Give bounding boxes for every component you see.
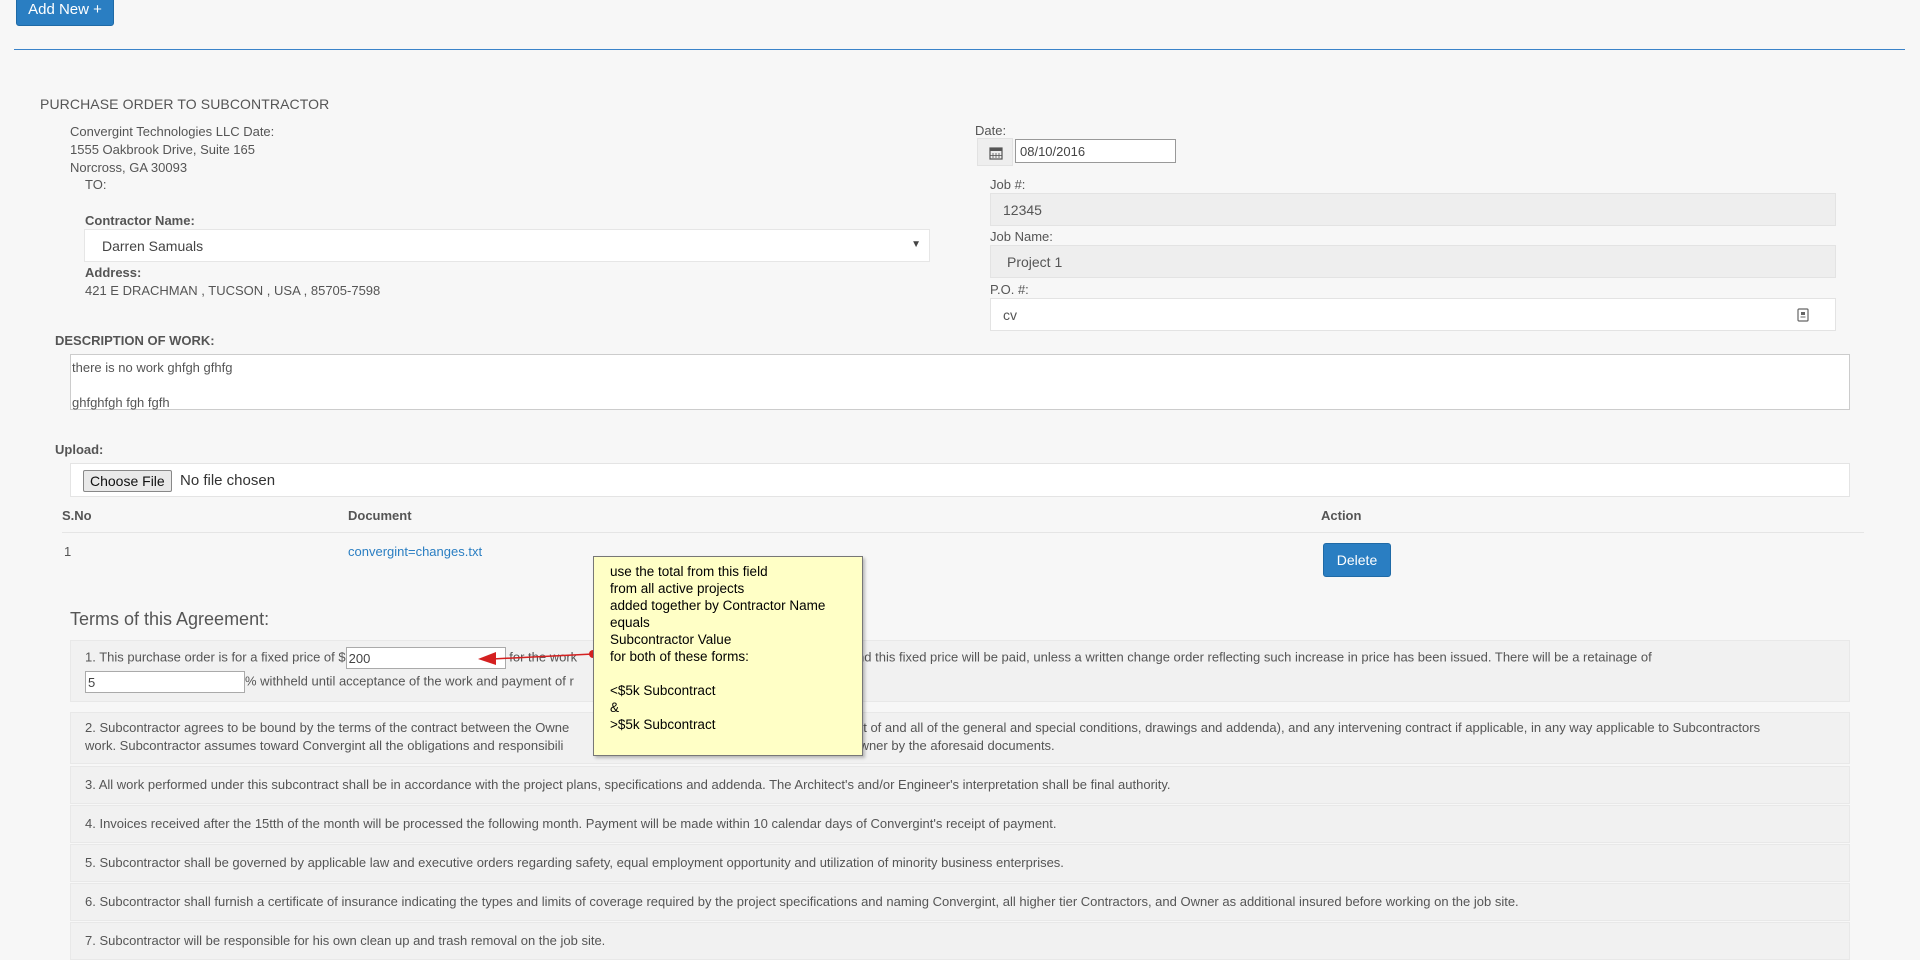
- po-no-value: cv: [1003, 307, 1017, 323]
- contractor-name-label: Contractor Name:: [85, 213, 195, 228]
- col-header-sno: S.No: [62, 508, 92, 523]
- po-no-field[interactable]: cv: [990, 298, 1836, 331]
- address-label: Address:: [85, 265, 142, 280]
- document-link[interactable]: convergint=changes.txt: [348, 544, 482, 559]
- address-value: 421 E DRACHMAN , TUCSON , USA , 85705-75…: [85, 283, 381, 298]
- company-street: 1555 Oakbrook Drive, Suite 165: [70, 142, 255, 157]
- choose-file-button[interactable]: Choose File: [83, 470, 172, 492]
- table-divider: [62, 532, 1864, 533]
- chevron-down-icon: ▼: [911, 239, 921, 250]
- to-label: TO:: [85, 177, 107, 192]
- job-no-field: 12345: [990, 193, 1836, 226]
- term-2-text-a: 2. Subcontractor agrees to be bound by t…: [85, 720, 570, 735]
- upload-label: Upload:: [55, 442, 104, 457]
- term-2: 2. Subcontractor agrees to be bound by t…: [70, 712, 1850, 764]
- term-4: 4. Invoices received after the 15tth of …: [70, 805, 1850, 843]
- delete-button[interactable]: Delete: [1323, 543, 1391, 577]
- job-name-label: Job Name:: [990, 229, 1053, 244]
- term-2-text-b: part of and all of the general and speci…: [844, 720, 1761, 735]
- description-line-1: there is no work ghfgh gfhfg: [72, 360, 233, 375]
- term-1-text-a: 1. This purchase order is for a fixed pr…: [85, 649, 346, 665]
- term-2-text-c: work. Subcontractor assumes toward Conve…: [85, 738, 564, 753]
- date-input[interactable]: [1015, 139, 1176, 163]
- term-7: 7. Subcontractor will be responsible for…: [70, 922, 1850, 960]
- term-3: 3. All work performed under this subcont…: [70, 766, 1850, 804]
- contact-card-icon: [1797, 308, 1809, 322]
- col-header-action: Action: [1321, 508, 1362, 523]
- description-line-2: ghfghfgh fgh fgfh: [72, 395, 170, 410]
- company-city: Norcross, GA 30093: [70, 160, 188, 175]
- term-5: 5. Subcontractor shall be governed by ap…: [70, 844, 1850, 882]
- file-upload: Choose File No file chosen: [70, 463, 1850, 497]
- col-header-document: Document: [348, 508, 412, 523]
- term-1-text-d: % withheld until acceptance of the work …: [245, 673, 574, 689]
- term-2-text-d: e Owner by the aforesaid documents.: [838, 738, 1055, 753]
- company-line: Convergint Technologies LLC Date:: [70, 124, 275, 139]
- date-label: Date:: [975, 123, 1007, 138]
- divider: [14, 49, 1905, 50]
- retainage-input[interactable]: [85, 671, 245, 693]
- term-6: 6. Subcontractor shall furnish a certifi…: [70, 883, 1850, 921]
- add-new-button[interactable]: Add New +: [16, 0, 114, 26]
- contractor-name-value: Darren Samuals: [102, 238, 204, 254]
- annotation-arrow: [478, 650, 597, 665]
- description-label: DESCRIPTION OF WORK:: [55, 333, 215, 348]
- description-textarea[interactable]: there is no work ghfgh gfhfg ghfghfgh fg…: [70, 354, 1850, 410]
- row-sno: 1: [64, 544, 72, 559]
- term-1-text-c: nt beyond this fixed price will be paid,…: [814, 649, 1652, 665]
- calendar-icon[interactable]: [977, 138, 1013, 166]
- job-name-field: Project 1: [990, 245, 1836, 278]
- job-no-label: Job #:: [990, 177, 1026, 192]
- annotation-note: use the total from this field from all a…: [593, 556, 863, 756]
- terms-title: Terms of this Agreement:: [70, 609, 270, 629]
- page-title: PURCHASE ORDER TO SUBCONTRACTOR: [40, 96, 330, 112]
- company-address: Convergint Technologies LLC Date: 1555 O…: [70, 123, 274, 177]
- no-file-text: No file chosen: [180, 472, 276, 489]
- term-1: 1. This purchase order is for a fixed pr…: [70, 640, 1850, 702]
- po-no-label: P.O. #:: [990, 282, 1029, 297]
- contractor-name-select[interactable]: Darren Samuals ▼: [84, 229, 930, 262]
